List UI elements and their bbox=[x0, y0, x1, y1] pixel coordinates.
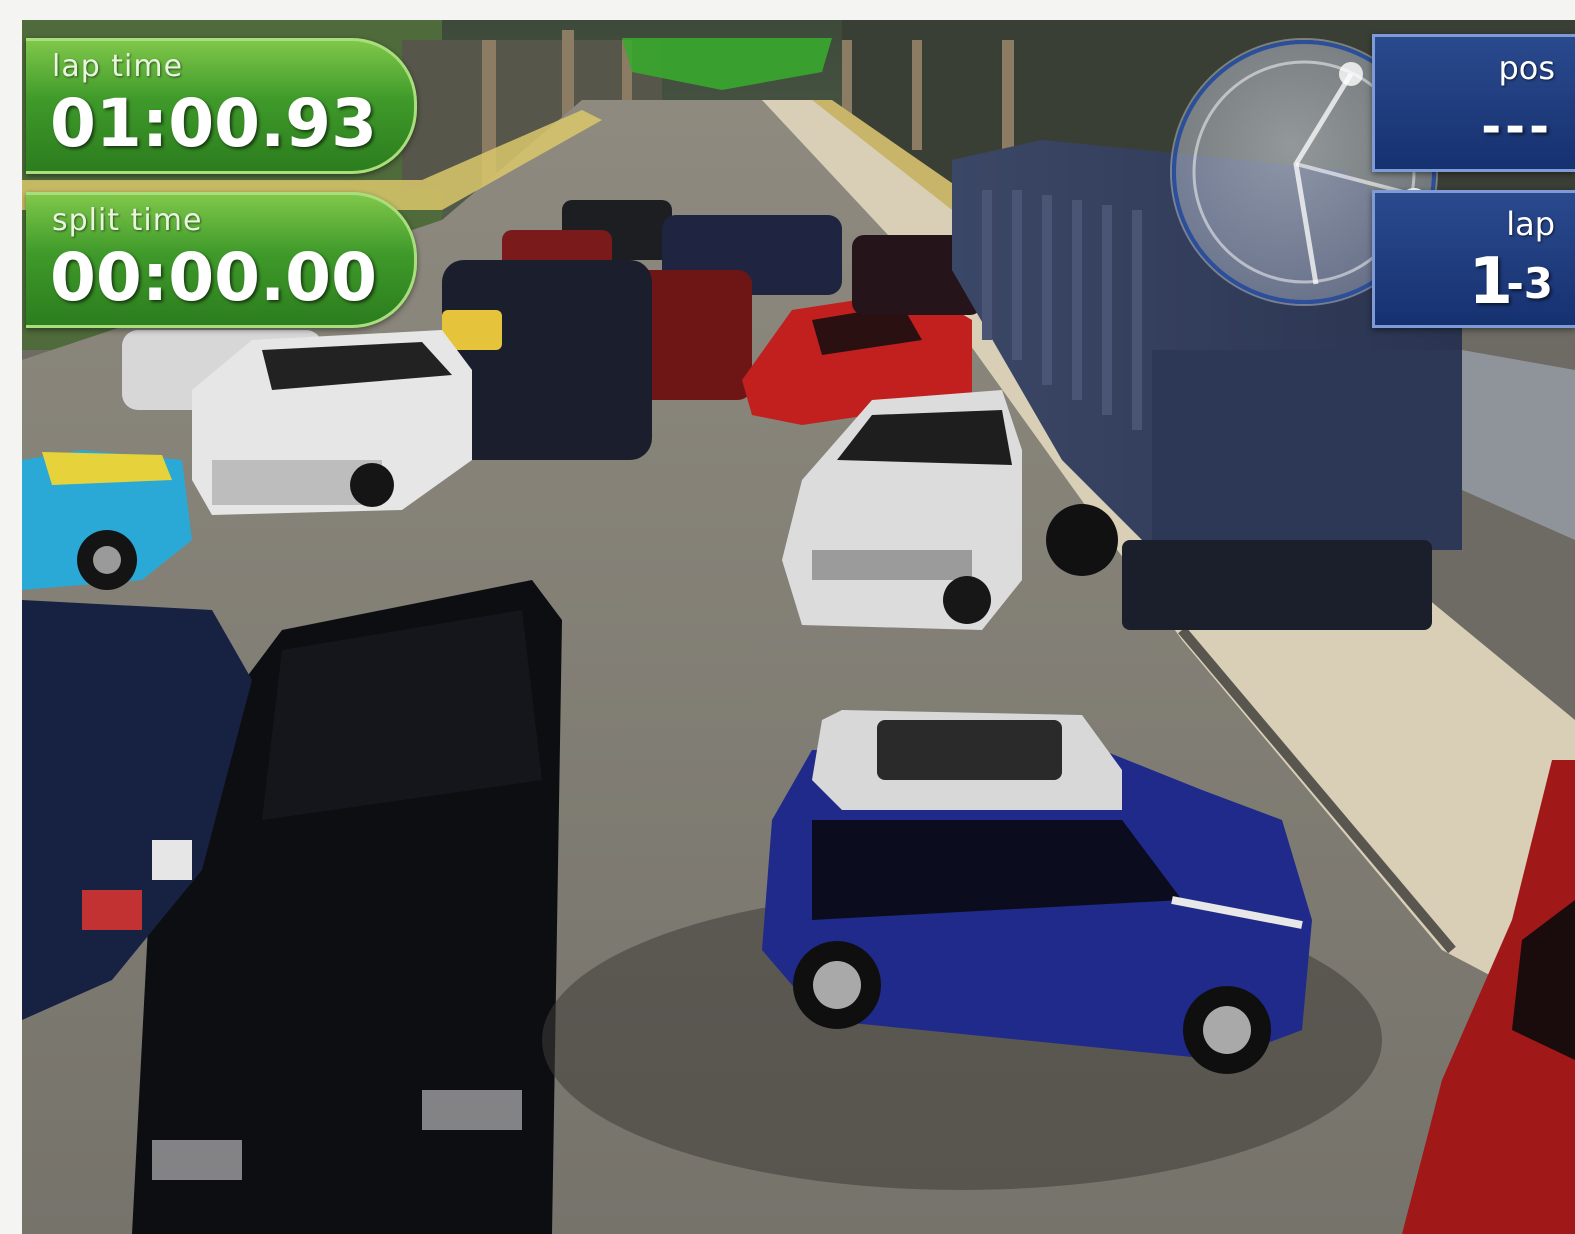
lap-time-value: 01:00.93 bbox=[50, 85, 378, 162]
race-scene: lap time 01:00.93 split time 00:00.00 po… bbox=[22, 20, 1575, 1234]
lap-time-panel: lap time 01:00.93 bbox=[26, 38, 417, 174]
position-panel: pos --- bbox=[1372, 34, 1575, 172]
lap-total: -3 bbox=[1506, 259, 1553, 308]
guardrail bbox=[1462, 350, 1575, 540]
lap-panel: lap 1 -3 bbox=[1372, 190, 1575, 328]
split-time-panel: split time 00:00.00 bbox=[26, 192, 417, 328]
lap-time-label: lap time bbox=[52, 49, 184, 84]
position-value: --- bbox=[1481, 99, 1553, 155]
position-label: pos bbox=[1498, 49, 1555, 87]
split-time-label: split time bbox=[52, 203, 203, 238]
split-time-value: 00:00.00 bbox=[50, 239, 378, 316]
lap-label: lap bbox=[1506, 205, 1555, 243]
